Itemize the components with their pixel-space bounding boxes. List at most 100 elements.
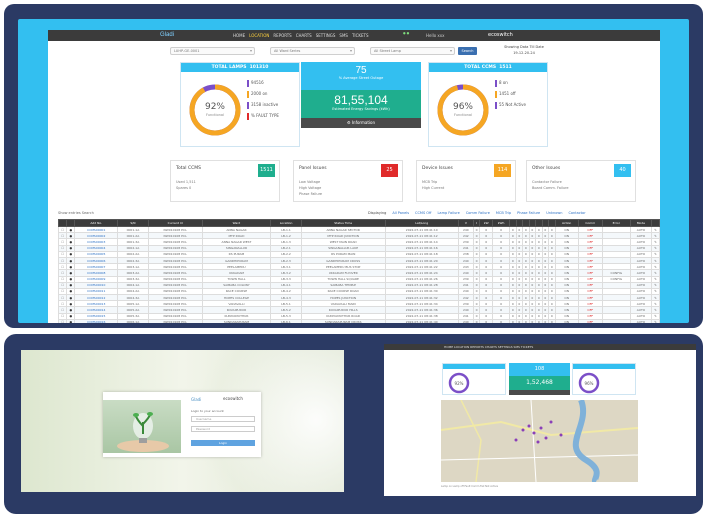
search-button[interactable]: Search (458, 47, 477, 55)
issue-count-badge: 40 (614, 164, 631, 177)
issue-card-title: Panel Issues (299, 166, 327, 171)
table-row[interactable]: ☐ ● CCMS00016 0006-1A NW010108 PCL SUNDARAPUR… (57, 318, 660, 323)
user-greeting[interactable]: Hello xxx (426, 33, 445, 38)
energy-savings-label: Estimated Energy Savings (kWh) (332, 107, 390, 111)
brand-logo: ecoswitch (488, 32, 513, 38)
legend-text: 2000 on (251, 91, 268, 96)
legend-text: 1451 off (499, 91, 516, 96)
energy-savings-value: 81,55,104 (334, 93, 388, 107)
total-ccms-header: TOTAL CCMS 1511 (429, 63, 547, 72)
bulb-plant-illustration (117, 412, 169, 452)
column-header[interactable]: Action (554, 219, 579, 227)
nav-item-settings[interactable]: SETTINGS (316, 33, 336, 38)
total-lamps-title: TOTAL LAMPS (211, 65, 247, 70)
legend-marker (247, 101, 249, 109)
row-checkbox[interactable]: ☐ (57, 318, 68, 323)
nav-item-tickets[interactable]: TICKETS (352, 33, 369, 38)
lamps-percent: 92% (204, 102, 225, 112)
table-toolbar-left[interactable]: Show entries Search (58, 211, 94, 215)
issue-card-total-ccms[interactable]: Total CCMS 1511 Used 1,511 Spares 0 (170, 160, 280, 202)
nav-item-location[interactable]: LOCATION (249, 33, 269, 38)
issue-card-rows: MCB Trip High Current (422, 179, 444, 191)
column-header[interactable]: Ward (201, 219, 272, 227)
column-header[interactable]: kWh (492, 219, 511, 227)
login-button[interactable]: Login (191, 440, 255, 446)
row-info-icon[interactable]: ● (66, 318, 76, 323)
ccms-percent-label: Functional (453, 113, 472, 117)
filter-link[interactable]: Lamp Failure (437, 211, 459, 215)
issue-card-device-issues[interactable]: Device Issues 114 MCB Trip High Current (416, 160, 516, 202)
username-field[interactable]: Username (191, 416, 255, 422)
column-header[interactable]: Add No. (74, 219, 119, 227)
legend-item: % FAULT TYPE (247, 110, 279, 121)
lamp-select[interactable]: All Street Lamp (370, 47, 455, 55)
column-header[interactable]: Lat/Long (384, 219, 459, 227)
issue-row[interactable]: Board Comm. Failure (532, 185, 569, 191)
issue-card-title: Total CCMS (176, 166, 201, 171)
map-energy-card: 108 1,52,468 (509, 363, 570, 395)
nav-item-reports[interactable]: REPORTS (273, 33, 291, 38)
issue-card-other-issues[interactable]: Other Issues 40 Contactor Failure Board Com… (526, 160, 636, 202)
table-header-row: Add No. S/N Current Id Ward Location Status T… (57, 219, 660, 227)
filter-link[interactable]: All Panels (392, 211, 409, 215)
map-ccms-header (573, 364, 635, 369)
column-header[interactable] (66, 219, 76, 227)
legend-item: 1451 off (495, 88, 526, 99)
ccms-table: Add No. S/N Current Id Ward Location Status T… (57, 219, 660, 323)
zone-select[interactable]: LUHP-GE-0001 (170, 47, 255, 55)
column-header[interactable]: V (457, 219, 474, 227)
table-cell[interactable]: CCMS00016 (74, 318, 119, 323)
column-header[interactable]: Error (601, 219, 631, 227)
legend-marker (495, 90, 497, 98)
collage-frame: Gladi HOME LOCATION REPORTS CHARTS SETTINGS S… (0, 0, 707, 517)
filter-link[interactable]: Comm Failure (466, 211, 490, 215)
nav-item-charts[interactable]: CHARTS (296, 33, 312, 38)
filter-link[interactable]: Contactor (568, 211, 585, 215)
lamps-percent-label: Functional (205, 113, 224, 117)
app-logo[interactable]: Gladi (160, 32, 174, 38)
column-header[interactable] (650, 219, 660, 227)
map-lamps-percent: 92% (455, 381, 464, 386)
table-cell: LB-6.1 (270, 318, 302, 323)
issue-row[interactable]: Spares 0 (176, 185, 196, 191)
column-header[interactable]: Comm (577, 219, 603, 227)
filter-link[interactable]: CCMS Off (415, 211, 431, 215)
column-header[interactable]: Status Time (300, 219, 386, 227)
bottom-screenshot-panel: Gladi ecoswitch Login to your account Us… (4, 334, 703, 514)
city-map[interactable] (441, 400, 638, 482)
main-nav: HOME LOCATION REPORTS CHARTS SETTINGS SMS TICK… (233, 33, 369, 38)
nav-item-home[interactable]: HOME (233, 33, 245, 38)
filter-link[interactable]: Phase Failure (517, 211, 540, 215)
table-cell: 0006-1A (117, 318, 149, 323)
row-action-icon[interactable]: ✎ (650, 318, 660, 323)
login-brand: ecoswitch (223, 396, 243, 401)
column-header[interactable]: Current Id (147, 219, 203, 227)
top-screenshot-panel: Gladi HOME LOCATION REPORTS CHARTS SETTINGS S… (4, 4, 703, 328)
column-header[interactable]: Location (270, 219, 302, 227)
column-header[interactable]: kW (479, 219, 494, 227)
login-screenshot: Gladi ecoswitch Login to your account Us… (21, 350, 344, 492)
legend-marker (247, 112, 249, 120)
nav-item-sms[interactable]: SMS (339, 33, 348, 38)
issue-card-rows: Contactor Failure Board Comm. Failure (532, 179, 569, 191)
map-ccms-percent: 96% (585, 381, 594, 386)
column-header[interactable] (57, 219, 68, 227)
login-heading: Login to your account (191, 409, 224, 413)
filter-link[interactable]: MCB Trip (496, 211, 511, 215)
issue-row[interactable]: Phase Failure (299, 191, 322, 197)
column-header[interactable]: Mode (629, 219, 652, 227)
ward-select[interactable]: All Ward Series (270, 47, 355, 55)
legend-marker (495, 79, 497, 87)
date-value: 19-12-20-24 (513, 51, 535, 55)
filter-link[interactable]: Unknown (546, 211, 562, 215)
column-header[interactable]: S/N (117, 219, 149, 227)
information-button[interactable]: ⚙ Information (301, 118, 421, 128)
legend-text: 55 Not Active (499, 102, 527, 107)
map-center-top: 108 (509, 363, 570, 376)
ccms-percent: 96% (452, 102, 473, 112)
issue-card-rows: Low Voltage High Voltage Phase Failure (299, 179, 322, 197)
total-ccms-title: TOTAL CCMS (464, 65, 497, 70)
issue-card-panel-issues[interactable]: Panel Issues 25 Low Voltage High Voltage Pha… (293, 160, 403, 202)
issue-row[interactable]: High Current (422, 185, 444, 191)
password-field[interactable]: Password (191, 426, 255, 432)
